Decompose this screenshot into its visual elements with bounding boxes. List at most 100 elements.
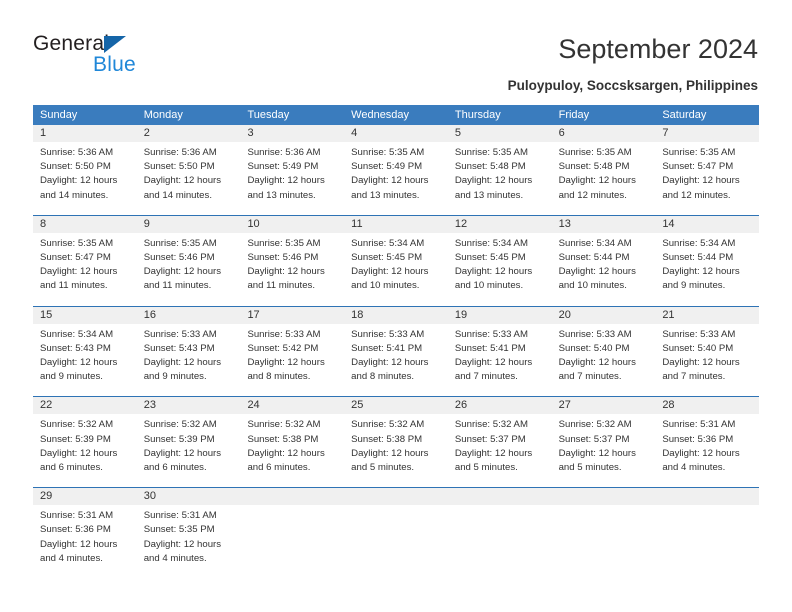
calendar-day-cell-empty xyxy=(344,488,448,573)
calendar-day-cell[interactable]: 18 Sunrise: 5:33 AM Sunset: 5:41 PM Dayl… xyxy=(344,306,448,391)
daylight-text-line1: Daylight: 12 hours xyxy=(351,447,429,459)
weekday-header-tuesday: Tuesday xyxy=(247,109,290,121)
day-details: Sunrise: 5:32 AM Sunset: 5:38 PM Dayligh… xyxy=(344,414,448,481)
sunset-text: Sunset: 5:46 PM xyxy=(143,252,215,264)
calendar-day-cell[interactable]: 11 Sunrise: 5:34 AM Sunset: 5:45 PM Dayl… xyxy=(344,215,448,300)
sunset-text: Sunset: 5:40 PM xyxy=(558,342,630,354)
day-details: Sunrise: 5:31 AM Sunset: 5:36 PM Dayligh… xyxy=(655,414,759,481)
calendar-day-cell[interactable]: 15 Sunrise: 5:34 AM Sunset: 5:43 PM Dayl… xyxy=(33,306,137,391)
sunset-text: Sunset: 5:47 PM xyxy=(40,252,111,264)
calendar-day-cell[interactable]: 4 Sunrise: 5:35 AM Sunset: 5:49 PM Dayli… xyxy=(344,125,448,209)
sunrise-text: Sunrise: 5:33 AM xyxy=(558,328,632,340)
calendar-day-cell[interactable]: 6 Sunrise: 5:35 AM Sunset: 5:48 PM Dayli… xyxy=(551,125,656,209)
daylight-text-line1: Daylight: 12 hours xyxy=(143,175,222,187)
day-number: 26 xyxy=(447,397,552,415)
day-details: Sunrise: 5:33 AM Sunset: 5:40 PM Dayligh… xyxy=(655,324,759,391)
sunset-text: Sunset: 5:49 PM xyxy=(247,161,319,173)
sunrise-text: Sunrise: 5:32 AM xyxy=(40,419,114,431)
calendar-day-cell[interactable]: 12 Sunrise: 5:34 AM Sunset: 5:45 PM Dayl… xyxy=(447,215,552,300)
calendar-day-cell[interactable]: 19 Sunrise: 5:33 AM Sunset: 5:41 PM Dayl… xyxy=(447,306,552,391)
day-details: Sunrise: 5:35 AM Sunset: 5:49 PM Dayligh… xyxy=(344,142,448,209)
day-number: 25 xyxy=(344,397,448,415)
daylight-text-line2: and 13 minutes. xyxy=(454,189,524,201)
calendar-day-cell[interactable]: 8 Sunrise: 5:35 AM Sunset: 5:47 PM Dayli… xyxy=(33,215,137,300)
daylight-text-line1: Daylight: 12 hours xyxy=(40,175,118,187)
sunrise-text: Sunrise: 5:33 AM xyxy=(351,328,425,340)
daylight-text-line1: Daylight: 12 hours xyxy=(662,447,740,459)
calendar-week-row: 1 Sunrise: 5:36 AM Sunset: 5:50 PM Dayli… xyxy=(33,125,760,209)
day-details: Sunrise: 5:35 AM Sunset: 5:46 PM Dayligh… xyxy=(240,233,344,300)
day-number: 23 xyxy=(136,397,241,415)
sunset-text: Sunset: 5:48 PM xyxy=(558,161,630,173)
day-details: Sunrise: 5:33 AM Sunset: 5:40 PM Dayligh… xyxy=(552,324,656,391)
calendar-day-cell[interactable]: 1 Sunrise: 5:36 AM Sunset: 5:50 PM Dayli… xyxy=(33,125,137,209)
calendar-day-cell[interactable]: 25 Sunrise: 5:32 AM Sunset: 5:38 PM Dayl… xyxy=(344,397,448,482)
weekday-header-row: Sunday Monday Tuesday Wednesday Thursday… xyxy=(33,105,759,125)
day-number xyxy=(447,488,552,506)
day-number: 14 xyxy=(655,215,760,233)
calendar-day-cell[interactable]: 10 Sunrise: 5:35 AM Sunset: 5:46 PM Dayl… xyxy=(240,215,345,300)
day-details: Sunrise: 5:35 AM Sunset: 5:48 PM Dayligh… xyxy=(448,142,552,209)
calendar-day-cell[interactable]: 2 Sunrise: 5:36 AM Sunset: 5:50 PM Dayli… xyxy=(136,125,241,209)
sunrise-text: Sunrise: 5:32 AM xyxy=(247,419,321,431)
day-number: 24 xyxy=(240,397,345,415)
weekday-header-wednesday: Wednesday xyxy=(351,109,410,121)
calendar-day-cell[interactable]: 20 Sunrise: 5:33 AM Sunset: 5:40 PM Dayl… xyxy=(551,306,656,391)
calendar-day-cell[interactable]: 5 Sunrise: 5:35 AM Sunset: 5:48 PM Dayli… xyxy=(447,125,552,209)
daylight-text-line1: Daylight: 12 hours xyxy=(558,357,636,369)
sunrise-text: Sunrise: 5:35 AM xyxy=(454,147,528,158)
calendar-day-cell[interactable]: 30 Sunrise: 5:31 AM Sunset: 5:35 PM Dayl… xyxy=(136,488,241,573)
calendar-day-cell[interactable]: 26 Sunrise: 5:32 AM Sunset: 5:37 PM Dayl… xyxy=(447,397,552,482)
calendar-day-cell[interactable]: 21 Sunrise: 5:33 AM Sunset: 5:40 PM Dayl… xyxy=(655,306,760,391)
calendar-day-cell[interactable]: 24 Sunrise: 5:32 AM Sunset: 5:38 PM Dayl… xyxy=(240,397,345,482)
calendar-day-cell[interactable]: 27 Sunrise: 5:32 AM Sunset: 5:37 PM Dayl… xyxy=(551,397,656,482)
day-number: 30 xyxy=(136,488,241,506)
sunrise-text: Sunrise: 5:34 AM xyxy=(558,237,632,249)
daylight-text-line2: and 9 minutes. xyxy=(40,371,103,383)
day-number: 16 xyxy=(136,306,241,324)
daylight-text-line1: Daylight: 12 hours xyxy=(351,175,429,187)
daylight-text-line2: and 8 minutes. xyxy=(247,371,311,383)
calendar-day-cell[interactable]: 3 Sunrise: 5:36 AM Sunset: 5:49 PM Dayli… xyxy=(240,125,345,209)
sunset-text: Sunset: 5:38 PM xyxy=(247,433,319,445)
calendar-day-cell[interactable]: 9 Sunrise: 5:35 AM Sunset: 5:46 PM Dayli… xyxy=(136,215,241,300)
day-details: Sunrise: 5:36 AM Sunset: 5:49 PM Dayligh… xyxy=(240,142,344,209)
sunrise-text: Sunrise: 5:35 AM xyxy=(40,237,114,249)
sunset-text: Sunset: 5:37 PM xyxy=(558,433,630,445)
weekday-header-saturday: Saturday xyxy=(662,109,707,121)
calendar-day-cell[interactable]: 23 Sunrise: 5:32 AM Sunset: 5:39 PM Dayl… xyxy=(136,397,241,482)
calendar-day-cell[interactable]: 14 Sunrise: 5:34 AM Sunset: 5:44 PM Dayl… xyxy=(655,215,760,300)
daylight-text-line2: and 13 minutes. xyxy=(247,189,316,201)
calendar-day-cell[interactable]: 13 Sunrise: 5:34 AM Sunset: 5:44 PM Dayl… xyxy=(551,215,656,300)
daylight-text-line2: and 7 minutes. xyxy=(662,371,726,383)
generalblue-logo[interactable]: General Blue xyxy=(33,32,213,80)
calendar-day-cell[interactable]: 17 Sunrise: 5:33 AM Sunset: 5:42 PM Dayl… xyxy=(240,306,345,391)
sunrise-text: Sunrise: 5:31 AM xyxy=(143,510,217,522)
daylight-text-line1: Daylight: 12 hours xyxy=(454,266,533,278)
calendar-week-row: 29 Sunrise: 5:31 AM Sunset: 5:36 PM Dayl… xyxy=(33,487,760,573)
sunrise-text: Sunrise: 5:36 AM xyxy=(247,147,321,158)
daylight-text-line1: Daylight: 12 hours xyxy=(40,538,118,550)
day-number xyxy=(551,488,656,506)
day-details: Sunrise: 5:36 AM Sunset: 5:50 PM Dayligh… xyxy=(137,142,241,209)
calendar-day-cell[interactable]: 28 Sunrise: 5:31 AM Sunset: 5:36 PM Dayl… xyxy=(655,397,760,482)
calendar-day-cell[interactable]: 7 Sunrise: 5:35 AM Sunset: 5:47 PM Dayli… xyxy=(655,125,760,209)
daylight-text-line2: and 8 minutes. xyxy=(351,371,415,383)
sunset-text: Sunset: 5:48 PM xyxy=(454,161,526,173)
weekday-header-monday: Monday xyxy=(143,109,183,121)
calendar-day-cell[interactable]: 16 Sunrise: 5:33 AM Sunset: 5:43 PM Dayl… xyxy=(136,306,241,391)
daylight-text-line2: and 4 minutes. xyxy=(40,552,103,564)
sunrise-text: Sunrise: 5:33 AM xyxy=(247,328,321,340)
calendar-day-cell[interactable]: 22 Sunrise: 5:32 AM Sunset: 5:39 PM Dayl… xyxy=(33,397,137,482)
logo-text-blue: Blue xyxy=(93,53,136,76)
weekday-header-sunday: Sunday xyxy=(40,109,78,121)
day-number xyxy=(240,488,345,506)
daylight-text-line1: Daylight: 12 hours xyxy=(143,266,222,278)
sunset-text: Sunset: 5:40 PM xyxy=(662,342,734,354)
sunrise-text: Sunrise: 5:36 AM xyxy=(40,147,114,158)
calendar-day-cell[interactable]: 29 Sunrise: 5:31 AM Sunset: 5:36 PM Dayl… xyxy=(33,488,137,573)
sunrise-text: Sunrise: 5:35 AM xyxy=(247,237,321,249)
day-number: 8 xyxy=(33,215,137,233)
daylight-text-line1: Daylight: 12 hours xyxy=(247,175,325,187)
day-details: Sunrise: 5:35 AM Sunset: 5:47 PM Dayligh… xyxy=(33,233,137,300)
